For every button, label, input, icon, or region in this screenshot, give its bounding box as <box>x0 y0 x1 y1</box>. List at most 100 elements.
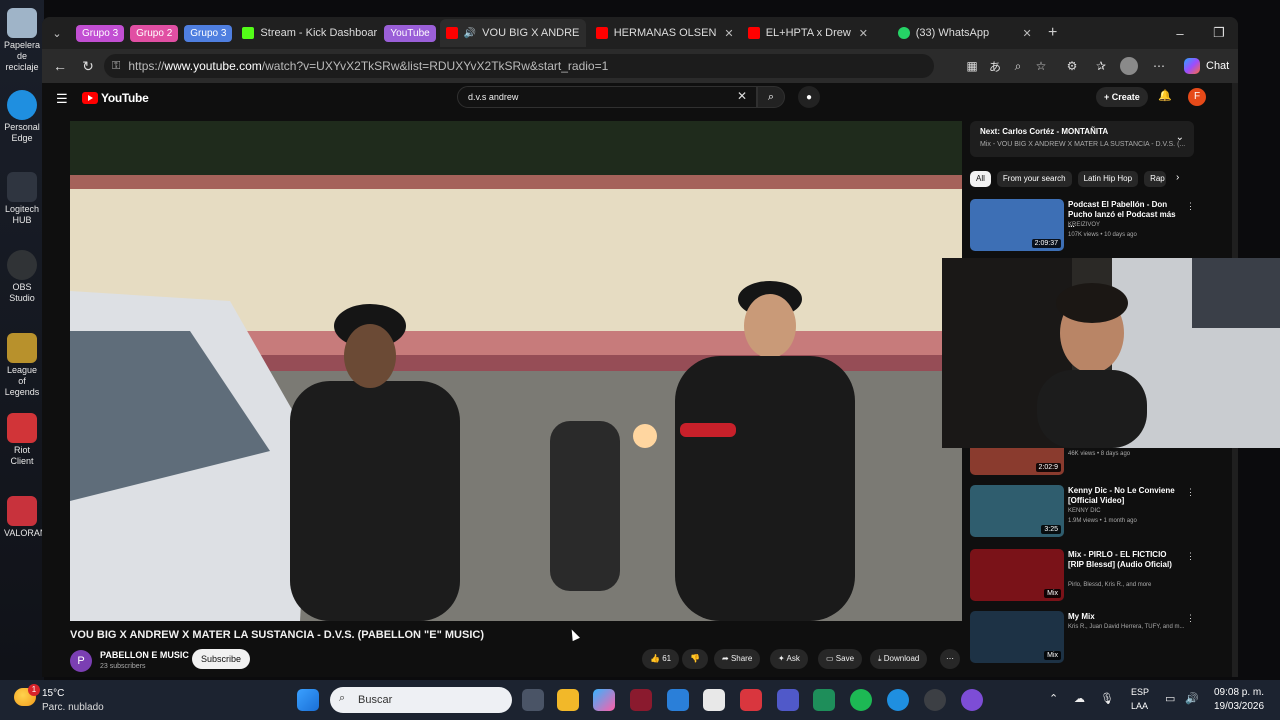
league-of-legends-icon[interactable]: League of Legends <box>4 333 40 398</box>
video-thumbnail[interactable]: Mix <box>970 611 1064 663</box>
video-thumbnail[interactable]: Mix <box>970 549 1064 601</box>
keyboard-layout[interactable]: LAA <box>1131 701 1148 711</box>
apps-icon[interactable]: ▦ <box>963 57 981 75</box>
tab-group-label[interactable]: Grupo 3 <box>76 24 125 42</box>
youtube-logo[interactable]: YouTube <box>82 91 149 105</box>
tab-hermanas-olsen[interactable]: HERMANAS OLSEN ✕ <box>590 19 738 47</box>
chip-rap[interactable]: Rap <box>1144 171 1167 187</box>
spotify-icon[interactable] <box>850 689 872 711</box>
file-explorer-icon[interactable] <box>557 689 579 711</box>
minimize-button[interactable]: – <box>1161 17 1199 49</box>
ask-button[interactable]: ✦ Ask <box>770 649 808 669</box>
like-button[interactable]: 👍 61 <box>642 649 680 669</box>
volume-icon[interactable]: 🔊 <box>1185 692 1199 705</box>
copilot-chat-button[interactable]: Chat <box>1176 54 1237 78</box>
search-input[interactable]: d.v.s andrew <box>457 86 757 108</box>
chip-from-search[interactable]: From your search <box>996 171 1072 187</box>
related-video[interactable]: 3:25 Kenny Dic - No Le Conviene [Officia… <box>970 485 1195 541</box>
save-button[interactable]: ▭ Save <box>818 649 863 669</box>
obs-studio-icon[interactable]: OBS Studio <box>4 250 40 304</box>
chip-latin-hip-hop[interactable]: Latin Hip Hop <box>1077 171 1139 187</box>
subscribe-button[interactable]: Subscribe <box>192 649 251 669</box>
download-button[interactable]: ⤓ Download <box>870 649 928 669</box>
clear-search-icon[interactable]: ✕ <box>737 89 747 103</box>
valorant-icon[interactable]: VALORANT <box>4 496 52 539</box>
edge-icon[interactable] <box>887 689 909 711</box>
back-button[interactable]: ← <box>46 52 74 80</box>
close-icon[interactable]: ✕ <box>1023 27 1032 40</box>
clock-date[interactable]: 19/03/2026 <box>1214 701 1264 712</box>
notifications-bell-icon[interactable]: 🔔 <box>1158 89 1172 102</box>
more-options-icon[interactable]: ⋮ <box>1186 201 1195 212</box>
new-tab-button[interactable]: + <box>1040 20 1066 46</box>
up-next-panel[interactable]: Next: Carlos Cortéz - MONTAÑITA Mix - VO… <box>970 121 1194 157</box>
extensions-icon[interactable]: ⚙ <box>1063 57 1081 75</box>
related-title[interactable]: My Mix <box>1068 612 1182 622</box>
copilot-app-icon[interactable] <box>593 689 615 711</box>
channel-name[interactable]: PABELLON E MUSIC <box>100 650 189 660</box>
menu-icon[interactable]: ☰ <box>56 91 68 107</box>
logitech-hub-icon[interactable]: Logitech HUB <box>4 172 40 226</box>
related-video[interactable]: 2:09:37 Podcast El Pabellón - Don Pucho … <box>970 199 1195 255</box>
tab-group-label[interactable]: Grupo 3 <box>184 24 233 42</box>
taskbar-search[interactable]: Buscar <box>330 687 512 713</box>
riot-client-icon[interactable]: Riot Client <box>4 413 40 467</box>
favorite-star-icon[interactable]: ☆ <box>1032 57 1050 75</box>
more-options-icon[interactable]: ⋮ <box>1186 551 1195 562</box>
tab-group-label[interactable]: Grupo 2 <box>130 24 179 42</box>
store-icon[interactable] <box>703 689 725 711</box>
tab-group-youtube[interactable]: YouTube <box>384 24 436 42</box>
channel-avatar[interactable]: P <box>70 650 92 672</box>
video-thumbnail[interactable]: 3:25 <box>970 485 1064 537</box>
close-icon[interactable]: ✕ <box>724 27 733 40</box>
dislike-button[interactable]: 👎 <box>682 649 708 669</box>
url-field[interactable]: ⚿ https://www.youtube.com/watch?v=UXYvX2… <box>104 54 934 78</box>
related-video[interactable]: Mix Mix - PIRLO - EL FICTICIO [RIP Bless… <box>970 549 1195 605</box>
voice-search-icon[interactable]: ● <box>798 86 820 108</box>
refresh-button[interactable]: ↻ <box>74 52 102 80</box>
language-indicator[interactable]: ESP <box>1131 687 1149 697</box>
restore-button[interactable]: ❐ <box>1200 17 1238 49</box>
more-menu-icon[interactable]: ⋯ <box>1150 57 1168 75</box>
pinned-app-icon[interactable] <box>813 689 835 711</box>
create-button[interactable]: + Create <box>1096 87 1148 107</box>
account-avatar[interactable]: F <box>1188 88 1206 106</box>
tab-kick-dashboard[interactable]: Stream - Kick Dashboar ✕ <box>236 19 378 47</box>
related-video[interactable]: Mix My Mix Kris R., Juan David Herrera, … <box>970 611 1195 667</box>
chip-all[interactable]: All <box>970 171 991 187</box>
tab-whatsapp[interactable]: (33) WhatsApp ✕ <box>892 19 1038 47</box>
pinned-app-icon[interactable] <box>630 689 652 711</box>
video-player[interactable] <box>70 121 962 621</box>
zoom-icon[interactable]: ⌕ <box>1009 57 1027 75</box>
translate-icon[interactable]: あ <box>986 57 1004 75</box>
recycle-bin-icon[interactable]: Papelera de reciclaje <box>4 8 40 73</box>
start-button[interactable] <box>297 689 319 711</box>
video-thumbnail[interactable]: 2:09:37 <box>970 199 1064 251</box>
related-title[interactable]: Kenny Dic - No Le Conviene [Official Vid… <box>1068 486 1182 506</box>
more-options-icon[interactable]: ⋮ <box>1186 487 1195 498</box>
pinned-app-icon[interactable] <box>961 689 983 711</box>
chevron-right-icon[interactable]: › <box>1176 172 1179 183</box>
share-button[interactable]: ➦ Share <box>714 649 761 669</box>
close-icon[interactable]: ✕ <box>859 27 868 40</box>
chevron-up-icon[interactable]: ⌃ <box>1049 692 1058 705</box>
tab-actions-icon[interactable]: ⌄ <box>44 20 70 46</box>
network-icon[interactable]: ▭ <box>1165 692 1175 705</box>
microphone-icon[interactable]: 🎙 <box>1100 692 1114 705</box>
outlook-icon[interactable] <box>667 689 689 711</box>
teams-icon[interactable] <box>777 689 799 711</box>
more-options-icon[interactable]: ⋮ <box>1186 613 1195 624</box>
search-button[interactable]: ⌕ <box>757 86 785 108</box>
clock-time[interactable]: 09:08 p. m. <box>1214 687 1264 698</box>
task-view-icon[interactable] <box>522 689 544 711</box>
favorites-icon[interactable]: ✰ <box>1092 57 1110 75</box>
riot-client-taskbar-icon[interactable] <box>740 689 762 711</box>
tab-active-video[interactable]: 🔊 VOU BIG X ANDRE ✕ <box>439 19 586 47</box>
tab-el-hpta[interactable]: EL+HPTA x Drew ✕ <box>742 19 888 47</box>
related-title[interactable]: Mix - PIRLO - EL FICTICIO [RIP Blessd] (… <box>1068 550 1182 570</box>
chevron-down-icon[interactable]: ⌄ <box>1176 132 1184 143</box>
obs-taskbar-icon[interactable] <box>924 689 946 711</box>
audio-playing-icon[interactable]: 🔊 <box>464 28 476 39</box>
profile-avatar[interactable] <box>1120 57 1138 75</box>
site-info-icon[interactable]: ⚿ <box>112 60 120 73</box>
